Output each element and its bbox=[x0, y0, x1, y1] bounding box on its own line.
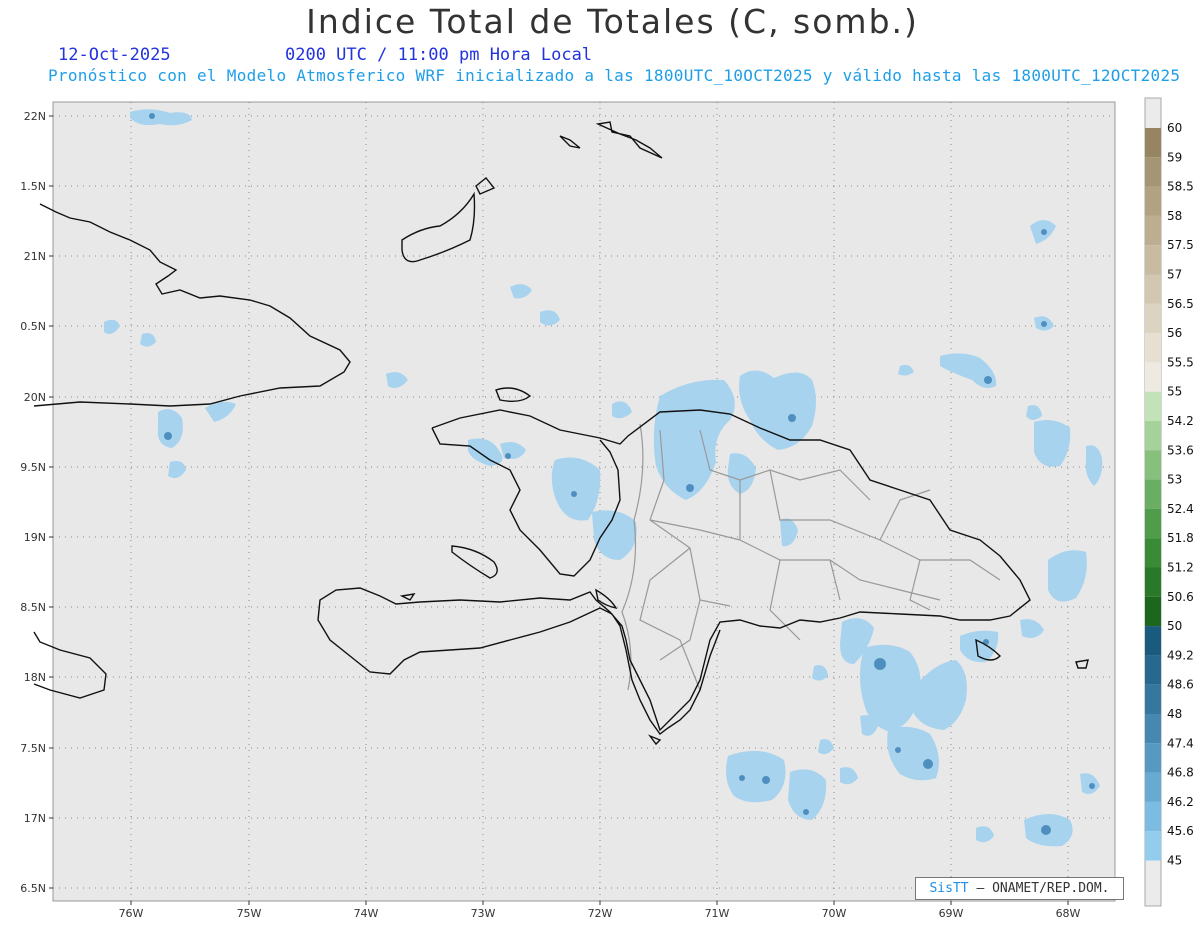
colorbar-label: 45 bbox=[1167, 854, 1182, 868]
colorbar-label: 57.5 bbox=[1167, 238, 1194, 252]
credit-brand: SisTT bbox=[929, 881, 969, 896]
colorbar-label: 56 bbox=[1167, 326, 1182, 340]
lat-label: 8.5N bbox=[20, 601, 46, 614]
credit-box: SisTT – ONAMET/REP.DOM. bbox=[915, 877, 1124, 900]
colorbar-swatch bbox=[1145, 479, 1161, 509]
colorbar: 60 59 58.5 58 57.5 57 56.5 56 55.5 55 54.2 53.6 53 52… bbox=[1144, 97, 1194, 907]
lat-label: 20N bbox=[24, 391, 46, 404]
colorbar-swatch bbox=[1145, 186, 1161, 216]
lon-label: 70W bbox=[822, 907, 847, 920]
colorbar-swatch bbox=[1145, 128, 1161, 158]
lon-labels: 76W 75W 74W 73W 72W 71W 70W 69W 68W bbox=[119, 907, 1081, 920]
lon-label: 71W bbox=[705, 907, 730, 920]
colorbar-swatch bbox=[1145, 772, 1161, 802]
colorbar-label: 56.5 bbox=[1167, 297, 1194, 311]
colorbar-label: 51.2 bbox=[1167, 561, 1194, 575]
lat-label: 6.5N bbox=[20, 882, 46, 895]
colorbar-swatch bbox=[1145, 274, 1161, 304]
colorbar-swatch bbox=[1145, 655, 1161, 685]
colorbar-label: 47.4 bbox=[1167, 736, 1194, 750]
colorbar-label: 51.8 bbox=[1167, 531, 1194, 545]
colorbar-label: 58.5 bbox=[1167, 180, 1194, 194]
lat-labels: 22N 1.5N 21N 0.5N 20N 9.5N 19N 8.5N 18N … bbox=[20, 110, 46, 895]
credit-org: – ONAMET/REP.DOM. bbox=[976, 881, 1110, 896]
colorbar-swatch bbox=[1145, 362, 1161, 392]
colorbar-label: 48.6 bbox=[1167, 678, 1194, 692]
colorbar-label: 53.6 bbox=[1167, 443, 1194, 457]
colorbar-label: 57 bbox=[1167, 268, 1182, 282]
colorbar-label: 59 bbox=[1167, 150, 1182, 164]
colorbar-label: 53 bbox=[1167, 473, 1182, 487]
colorbar-swatch bbox=[1145, 391, 1161, 421]
lon-label: 74W bbox=[354, 907, 379, 920]
colorbar-label: 52.4 bbox=[1167, 502, 1194, 516]
colorbar-swatch bbox=[1145, 831, 1161, 861]
lat-label: 0.5N bbox=[20, 320, 46, 333]
colorbar-swatch bbox=[1145, 714, 1161, 744]
lat-label: 18N bbox=[24, 671, 46, 684]
colorbar-label: 50 bbox=[1167, 619, 1182, 633]
colorbar-swatch bbox=[1145, 538, 1161, 568]
map-canvas: 76W 75W 74W 73W 72W 71W 70W 69W 68W 22N … bbox=[20, 97, 1194, 920]
colorbar-label: 60 bbox=[1167, 121, 1182, 135]
colorbar-label: 48 bbox=[1167, 707, 1182, 721]
lon-label: 69W bbox=[939, 907, 964, 920]
lon-label: 72W bbox=[588, 907, 613, 920]
colorbar-swatch bbox=[1145, 743, 1161, 773]
colorbar-swatch bbox=[1145, 801, 1161, 832]
lat-label: 9.5N bbox=[20, 461, 46, 474]
colorbar-swatch bbox=[1145, 626, 1161, 656]
lon-label: 68W bbox=[1056, 907, 1081, 920]
lat-label: 1.5N bbox=[20, 180, 46, 193]
colorbar-swatch bbox=[1145, 508, 1161, 539]
lat-label: 21N bbox=[24, 250, 46, 263]
colorbar-label: 50.6 bbox=[1167, 590, 1194, 604]
lat-label: 22N bbox=[24, 110, 46, 123]
colorbar-swatch bbox=[1145, 567, 1161, 597]
colorbar-swatch bbox=[1145, 303, 1161, 334]
colorbar-swatch bbox=[1145, 333, 1161, 363]
colorbar-label: 45.6 bbox=[1167, 824, 1194, 838]
lat-label: 19N bbox=[24, 531, 46, 544]
colorbar-label: 49.2 bbox=[1167, 648, 1194, 662]
colorbar-label: 58 bbox=[1167, 209, 1182, 223]
colorbar-swatch bbox=[1145, 245, 1161, 275]
lon-label: 76W bbox=[119, 907, 144, 920]
colorbar-label: 55 bbox=[1167, 385, 1182, 399]
lon-label: 73W bbox=[471, 907, 496, 920]
colorbar-swatch bbox=[1145, 596, 1161, 627]
lat-label: 17N bbox=[24, 812, 46, 825]
colorbar-label: 55.5 bbox=[1167, 355, 1194, 369]
colorbar-swatch bbox=[1145, 684, 1161, 714]
colorbar-label: 46.2 bbox=[1167, 795, 1194, 809]
lat-label: 7.5N bbox=[20, 742, 46, 755]
colorbar-label: 54.2 bbox=[1167, 414, 1194, 428]
lon-label: 75W bbox=[237, 907, 262, 920]
colorbar-swatch bbox=[1145, 157, 1161, 187]
colorbar-swatch bbox=[1145, 215, 1161, 246]
colorbar-swatch bbox=[1145, 421, 1161, 451]
colorbar-label: 46.8 bbox=[1167, 766, 1194, 780]
colorbar-swatch bbox=[1145, 450, 1161, 480]
